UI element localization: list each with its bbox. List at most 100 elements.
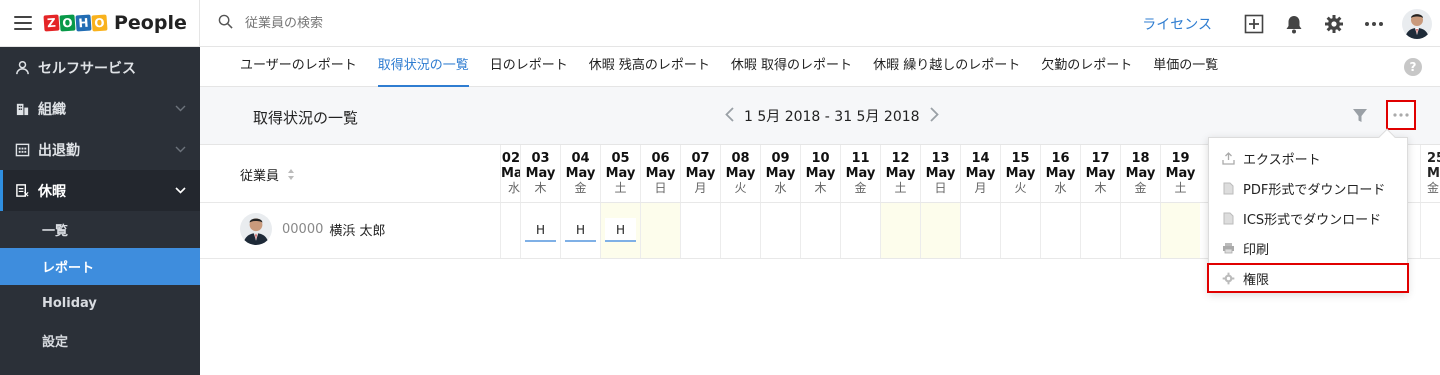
day-cell[interactable] <box>1081 202 1120 258</box>
day-month: May <box>1085 166 1116 181</box>
day-cell[interactable] <box>881 202 920 258</box>
menu-item-label: エクスポート <box>1243 152 1321 168</box>
day-cell[interactable] <box>1001 202 1040 258</box>
day-of-week: 火 <box>734 181 747 195</box>
gear-icon <box>1221 271 1235 285</box>
day-header: 16 May 水 <box>1041 145 1080 202</box>
sort-icon[interactable] <box>287 168 295 181</box>
sidebar-subitem-list[interactable]: 一覧 <box>0 211 200 248</box>
employee-column-header[interactable]: 従業員 <box>240 165 295 184</box>
sidebar-item-attendance[interactable]: 出退勤 <box>0 129 200 170</box>
sidebar-item-leave[interactable]: 休暇 <box>0 170 200 211</box>
day-cell[interactable] <box>961 202 1000 258</box>
logo-letter: H <box>75 14 92 32</box>
day-header: 17 May 木 <box>1081 145 1120 202</box>
day-number: 04 <box>571 151 590 166</box>
sidebar-subitem-reports[interactable]: レポート <box>0 248 200 285</box>
bell-icon[interactable] <box>1282 12 1306 36</box>
day-cell[interactable] <box>501 202 520 258</box>
day-month: May <box>645 166 676 181</box>
holiday-mark[interactable]: H <box>565 218 596 242</box>
day-number: 05 <box>611 151 630 166</box>
day-cell[interactable] <box>641 202 680 258</box>
more-options-menu: エクスポート PDF形式でダウンロード ICS形式でダウンロード 印刷 権限 <box>1207 128 1409 293</box>
leave-icon <box>14 183 30 199</box>
day-cell[interactable]: H <box>561 202 600 258</box>
building-icon <box>14 101 30 117</box>
logo-letter: O <box>91 14 108 32</box>
holiday-mark[interactable]: H <box>605 218 636 242</box>
tab-availability-list[interactable]: 取得状況の一覧 <box>377 46 469 87</box>
menu-item-export[interactable]: エクスポート <box>1209 143 1407 173</box>
day-of-week: 木 <box>534 181 547 195</box>
menu-icon[interactable] <box>14 16 32 30</box>
menu-item-download-pdf[interactable]: PDF形式でダウンロード <box>1209 173 1407 203</box>
day-cell[interactable] <box>1161 202 1200 258</box>
chevron-left-icon[interactable] <box>725 106 734 126</box>
day-of-week: 木 <box>1094 181 1107 195</box>
gear-icon[interactable] <box>1322 12 1346 36</box>
day-month: May <box>685 166 716 181</box>
day-cell[interactable] <box>681 202 720 258</box>
help-icon[interactable]: ? <box>1404 58 1422 76</box>
chevron-right-icon[interactable] <box>929 106 939 126</box>
day-header: 05 May 土 <box>601 145 640 202</box>
sidebar-item-self-service[interactable]: セルフサービス <box>0 47 200 88</box>
day-number: 11 <box>851 151 870 166</box>
chevron-down-icon <box>175 102 186 115</box>
search-icon[interactable] <box>218 14 233 33</box>
day-header: 07 May 月 <box>681 145 720 202</box>
employee-row-label[interactable]: 00000 横浜 太郎 <box>240 213 386 245</box>
tab-absence-report[interactable]: 欠勤のレポート <box>1041 46 1132 86</box>
day-month: May <box>925 166 956 181</box>
chevron-down-icon <box>175 143 186 156</box>
day-header: 13 May 日 <box>921 145 960 202</box>
day-month: May <box>805 166 836 181</box>
day-cell[interactable] <box>801 202 840 258</box>
day-cell[interactable] <box>1121 202 1160 258</box>
day-cell[interactable]: H <box>521 202 560 258</box>
menu-item-download-ics[interactable]: ICS形式でダウンロード <box>1209 203 1407 233</box>
employee-id: 00000 <box>282 221 324 237</box>
menu-item-print[interactable]: 印刷 <box>1209 233 1407 263</box>
sidebar-subitem-settings[interactable]: 設定 <box>0 322 200 359</box>
tab-rate-list[interactable]: 単価の一覧 <box>1153 46 1218 86</box>
day-header: 06 May 日 <box>641 145 680 202</box>
day-cell[interactable] <box>841 202 880 258</box>
filter-icon[interactable] <box>1352 108 1368 128</box>
topbar: ライセンス <box>200 0 1440 47</box>
menu-item-permissions[interactable]: 権限 <box>1207 263 1409 293</box>
license-link[interactable]: ライセンス <box>1142 14 1212 34</box>
day-cell[interactable] <box>1041 202 1080 258</box>
day-cell[interactable] <box>721 202 760 258</box>
day-month: May <box>885 166 916 181</box>
tab-leave-taken-report[interactable]: 休暇 取得のレポート <box>731 46 852 86</box>
day-of-week: 金 <box>1427 181 1440 195</box>
search-input[interactable] <box>245 15 545 31</box>
day-cell[interactable] <box>921 202 960 258</box>
sidebar-item-organization[interactable]: 組織 <box>0 88 200 129</box>
day-number: 15 <box>1011 151 1030 166</box>
topbar-actions: ライセンス <box>1142 0 1440 47</box>
day-number: 13 <box>931 151 950 166</box>
day-month: May <box>725 166 756 181</box>
day-header: 04 May 金 <box>561 145 600 202</box>
holiday-mark[interactable]: H <box>525 218 556 242</box>
day-header: 08 May 火 <box>721 145 760 202</box>
tab-leave-balance-report[interactable]: 休暇 残高のレポート <box>589 46 710 86</box>
more-icon[interactable] <box>1362 12 1386 36</box>
day-header: 10 May 木 <box>801 145 840 202</box>
day-cell[interactable] <box>761 202 800 258</box>
tab-leave-carryover-report[interactable]: 休暇 繰り越しのレポート <box>873 46 1020 86</box>
tab-user-report[interactable]: ユーザーのレポート <box>240 46 357 86</box>
day-of-week: 月 <box>974 181 987 195</box>
day-cell[interactable]: H <box>601 202 640 258</box>
day-number: 07 <box>691 151 710 166</box>
sidebar-item-label: 組織 <box>38 101 66 118</box>
sidebar-subitem-holiday[interactable]: Holiday <box>0 285 200 322</box>
tab-daily-report[interactable]: 日のレポート <box>490 46 568 86</box>
menu-item-label: PDF形式でダウンロード <box>1243 182 1386 198</box>
more-options-button[interactable] <box>1386 100 1416 130</box>
user-avatar[interactable] <box>1402 8 1432 39</box>
add-icon[interactable] <box>1242 12 1266 36</box>
